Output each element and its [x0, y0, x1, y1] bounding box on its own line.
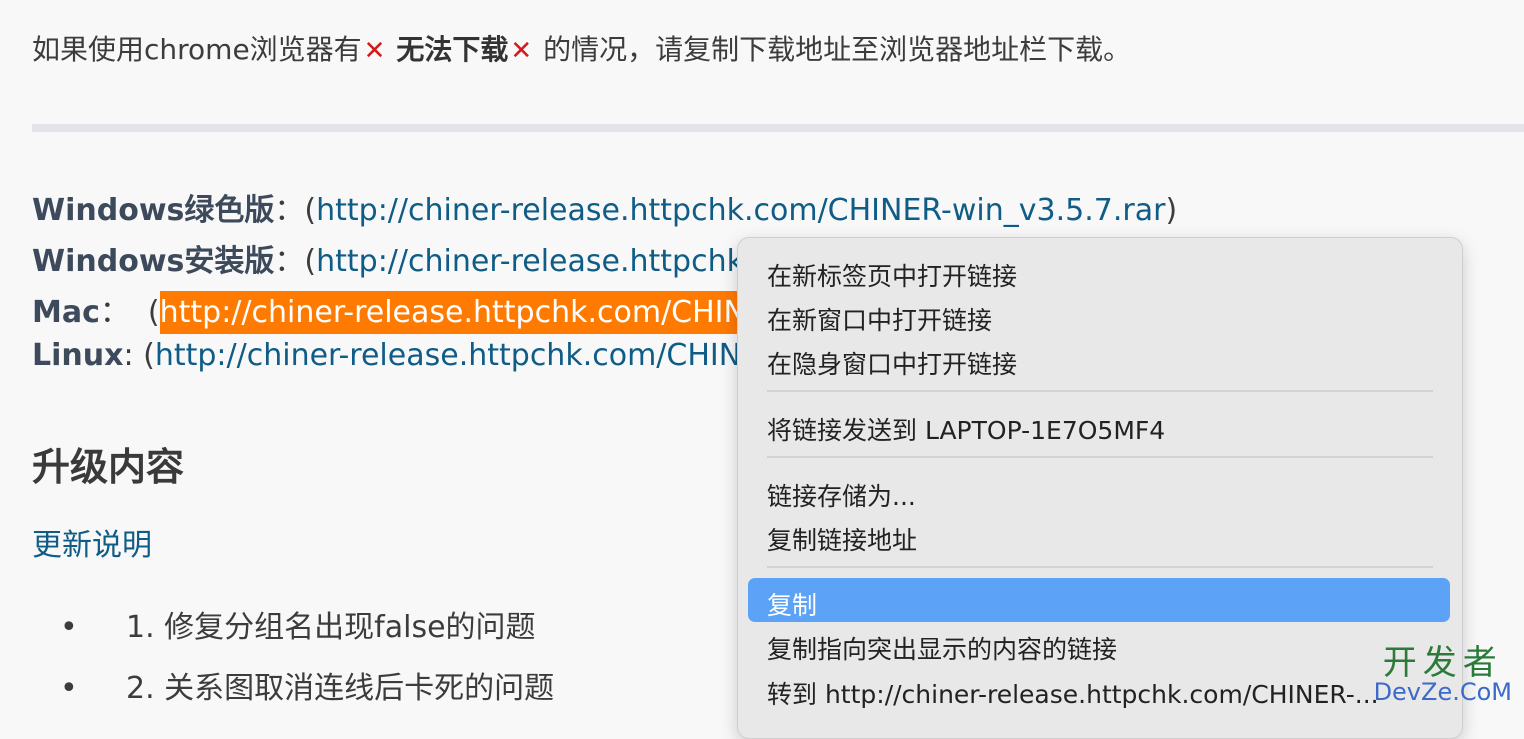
menu-item-save-link-as[interactable]: 链接存储为... — [767, 477, 916, 513]
bullet: • — [60, 671, 78, 706]
download-row-windows-install: Windows安装版：(http://chiner-release.httpch… — [32, 236, 770, 280]
paren-open: ( — [304, 244, 317, 279]
menu-item-copy-link-to-highlight[interactable]: 复制指向突出显示的内容的链接 — [767, 630, 1117, 666]
menu-item-copy-highlight — [748, 578, 1450, 622]
menu-item-open-new-tab[interactable]: 在新标签页中打开链接 — [767, 257, 1017, 293]
menu-item-send-link[interactable]: 将链接发送到 LAPTOP-1E7O5MF4 — [767, 411, 1165, 447]
download-label: Windows绿色版 — [32, 193, 275, 228]
download-label: Linux — [32, 338, 124, 373]
notice-bold: 无法下载 — [396, 33, 509, 66]
paren-open: ( — [304, 193, 317, 228]
paren-close: ) — [1165, 193, 1178, 228]
list-item-text: 1. 修复分组名出现false的问题 — [126, 610, 536, 645]
watermark-en: DevZe.CoM — [1373, 678, 1512, 706]
list-item: • 2. 关系图取消连线后卡死的问题 — [60, 663, 554, 707]
x-icon: ✕ — [363, 36, 386, 66]
download-link[interactable]: http://chiner-release.httpchk.com/CHINER… — [316, 193, 1165, 228]
watermark-cn: 开发者 — [1382, 643, 1503, 683]
bullet: • — [60, 610, 78, 645]
menu-separator — [767, 566, 1433, 568]
menu-item-copy-link-address[interactable]: 复制链接地址 — [767, 521, 917, 557]
notice-prefix: 如果使用chrome浏览器有 — [32, 33, 362, 66]
list-item-text: 2. 关系图取消连线后卡死的问题 — [126, 671, 555, 706]
download-label: Mac — [32, 295, 100, 330]
download-row-windows-green: Windows绿色版：(http://chiner-release.httpch… — [32, 185, 1177, 229]
list-item: • 1. 修复分组名出现false的问题 — [60, 602, 536, 646]
menu-separator — [767, 456, 1433, 458]
paren-open: ( — [147, 295, 160, 330]
watermark-logo: 开发者 DevZe.CoM — [1374, 646, 1512, 704]
download-link[interactable]: http://chiner-release.httpchk.c — [316, 244, 770, 279]
menu-item-go-to-url[interactable]: 转到 http://chiner-release.httpchk.com/CHI… — [767, 675, 1379, 711]
x-icon: ✕ — [510, 36, 533, 66]
menu-item-open-incognito[interactable]: 在隐身窗口中打开链接 — [767, 345, 1017, 381]
download-row-mac: Mac： (http://chiner-release.httpchk.com/C… — [32, 287, 765, 334]
download-row-linux: Linux: (http://chiner-release.httpchk.co… — [32, 338, 781, 373]
notice-text: 如果使用chrome浏览器有✕ 无法下载✕ 的情况，请复制下载地址至浏览器地址栏… — [32, 28, 1131, 68]
download-sep: ： — [274, 193, 305, 228]
divider — [32, 124, 1524, 132]
download-label: Windows安装版 — [32, 244, 275, 279]
menu-item-open-new-window[interactable]: 在新窗口中打开链接 — [767, 301, 992, 337]
context-menu: 在新标签页中打开链接 在新窗口中打开链接 在隐身窗口中打开链接 将链接发送到 L… — [737, 237, 1463, 739]
download-sep: : — [123, 338, 144, 373]
download-sep: ： — [274, 244, 305, 279]
menu-separator — [767, 390, 1433, 392]
download-link-selected[interactable]: http://chiner-release.httpchk.com/CHINE — [159, 291, 765, 334]
update-notes-link[interactable]: 更新说明 — [32, 520, 152, 564]
notice-suffix: 的情况，请复制下载地址至浏览器地址栏下载。 — [543, 33, 1132, 66]
section-title: 升级内容 — [32, 445, 185, 489]
paren-open: ( — [143, 338, 155, 373]
menu-item-copy[interactable]: 复制 — [767, 586, 817, 622]
download-sep: ： — [99, 295, 130, 330]
download-link[interactable]: http://chiner-release.httpchk.com/CHINER — [155, 338, 781, 373]
